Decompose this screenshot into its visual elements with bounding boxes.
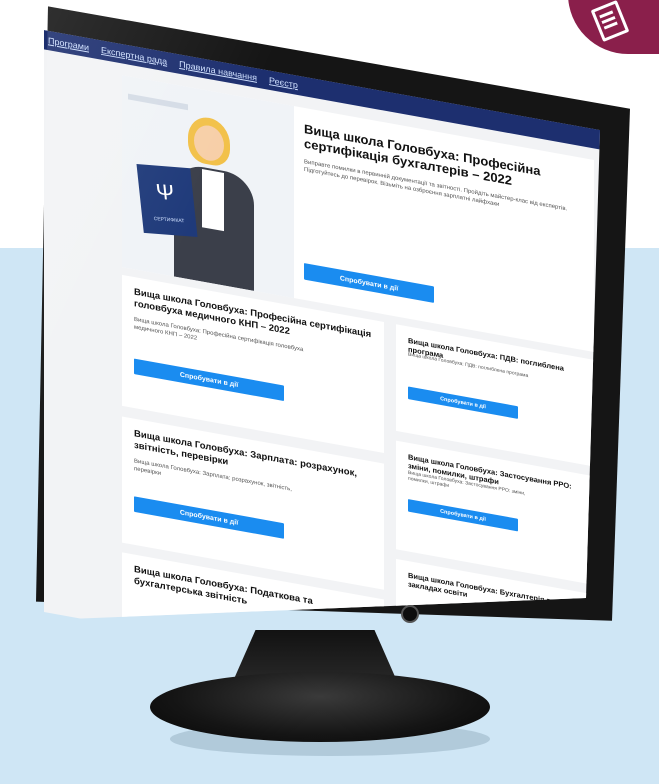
power-button[interactable]: [401, 605, 419, 623]
person-shirt: [202, 169, 224, 232]
app-badge: [568, 0, 659, 54]
course-try-button[interactable]: Спробувати в дії: [408, 386, 518, 419]
monitor-stand: [150, 672, 490, 742]
document-icon: [590, 0, 630, 43]
course-try-button[interactable]: Спробувати в дії: [134, 358, 284, 402]
course-try-button[interactable]: Спробувати в дії: [408, 499, 518, 532]
certificate-folder: Ψ СЕРТИФІКАТ: [136, 164, 198, 238]
certificate-label: СЕРТИФІКАТ: [153, 216, 185, 225]
shelf: [128, 93, 188, 111]
nav-link-programs[interactable]: Програми: [48, 36, 89, 53]
hero-try-button[interactable]: Спробувати в дії: [304, 263, 434, 303]
course-try-button[interactable]: Спробувати в дії: [134, 496, 284, 539]
trident-emblem-icon: Ψ: [154, 179, 176, 206]
course-card: Вища школа Головбуха: Застосування РРО: …: [396, 440, 594, 585]
hero-illustration: Ψ СЕРТИФІКАТ: [122, 75, 294, 299]
nav-link-registry[interactable]: Реєстр: [269, 75, 298, 90]
